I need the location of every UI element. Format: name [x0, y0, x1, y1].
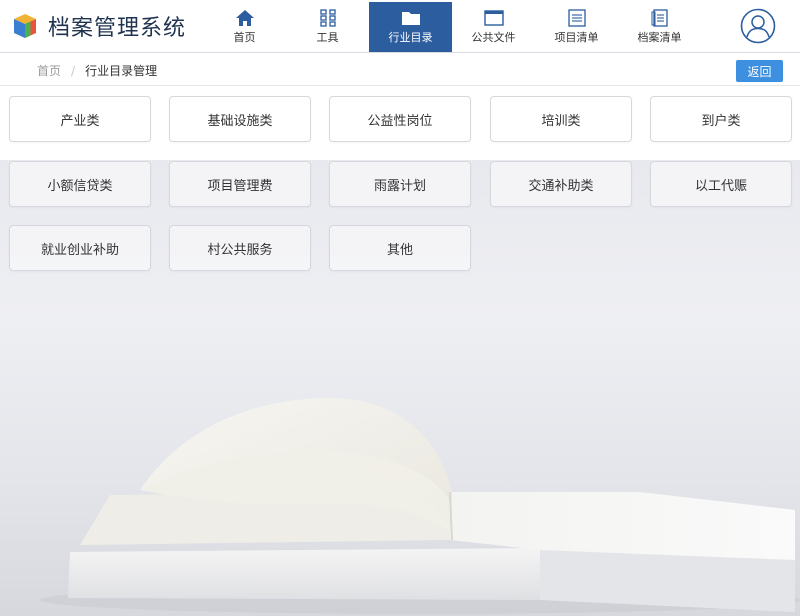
category-button-training[interactable]: 培训类: [490, 96, 632, 142]
nav-item-home[interactable]: 首页: [203, 2, 286, 52]
category-button-microcredit[interactable]: 小额信贷类: [9, 161, 151, 207]
grid-tools-icon: [319, 9, 336, 27]
category-button-employment-subsidy[interactable]: 就业创业补助: [9, 225, 151, 271]
nav-item-public-files[interactable]: 公共文件: [452, 2, 535, 52]
category-button-yulu-plan[interactable]: 雨露计划: [329, 161, 471, 207]
nav-label-tools: 工具: [316, 31, 339, 44]
nav-item-industry-catalog[interactable]: 行业目录: [369, 2, 452, 52]
category-button-industry[interactable]: 产业类: [9, 96, 151, 142]
nav-item-tools[interactable]: 工具: [286, 2, 369, 52]
nav-label-home: 首页: [233, 31, 256, 44]
category-button-transport-subsidy[interactable]: 交通补助类: [490, 161, 632, 207]
breadcrumb-home[interactable]: 首页: [37, 62, 61, 79]
app-logo-icon: [14, 14, 36, 38]
brand[interactable]: 档案管理系统: [12, 10, 186, 42]
list-frame-icon: [567, 9, 586, 27]
nav-label-archive-list: 档案清单: [637, 31, 682, 44]
breadcrumb: 首页 / 行业目录管理: [37, 62, 157, 79]
nav-label-public-files: 公共文件: [471, 31, 516, 44]
app-title: 档案管理系统: [48, 16, 187, 41]
breadcrumb-current: 行业目录管理: [85, 64, 158, 78]
nav-item-project-list[interactable]: 项目清单: [535, 2, 618, 52]
category-button-public-welfare-jobs[interactable]: 公益性岗位: [329, 96, 471, 142]
user-avatar-icon[interactable]: [740, 8, 776, 44]
nav-item-archive-list[interactable]: 档案清单: [618, 2, 701, 52]
back-button[interactable]: 返回: [736, 60, 783, 82]
category-button-village-public-service[interactable]: 村公共服务: [169, 225, 311, 271]
nav-label-project-list: 项目清单: [554, 31, 599, 44]
breadcrumb-separator: /: [71, 63, 76, 78]
home-icon: [235, 10, 254, 26]
category-button-project-management-fee[interactable]: 项目管理费: [169, 161, 311, 207]
main-nav: 首页 工具 行业目录 公共文件 项目清单 档案清单: [203, 2, 701, 52]
category-button-infrastructure[interactable]: 基础设施类: [169, 96, 311, 142]
category-button-household[interactable]: 到户类: [650, 96, 792, 142]
folder-icon: [401, 12, 420, 25]
breadcrumb-bar: 首页 / 行业目录管理 返回: [0, 54, 800, 86]
category-button-other[interactable]: 其他: [329, 225, 471, 271]
document-list-icon: [651, 9, 668, 27]
nav-label-industry-catalog: 行业目录: [388, 31, 433, 44]
window-file-icon: [483, 10, 504, 26]
category-button-work-relief[interactable]: 以工代赈: [650, 161, 792, 207]
top-header: 档案管理系统 首页 工具 行业目录 公共文件 项目清单 档案清单: [0, 0, 800, 53]
